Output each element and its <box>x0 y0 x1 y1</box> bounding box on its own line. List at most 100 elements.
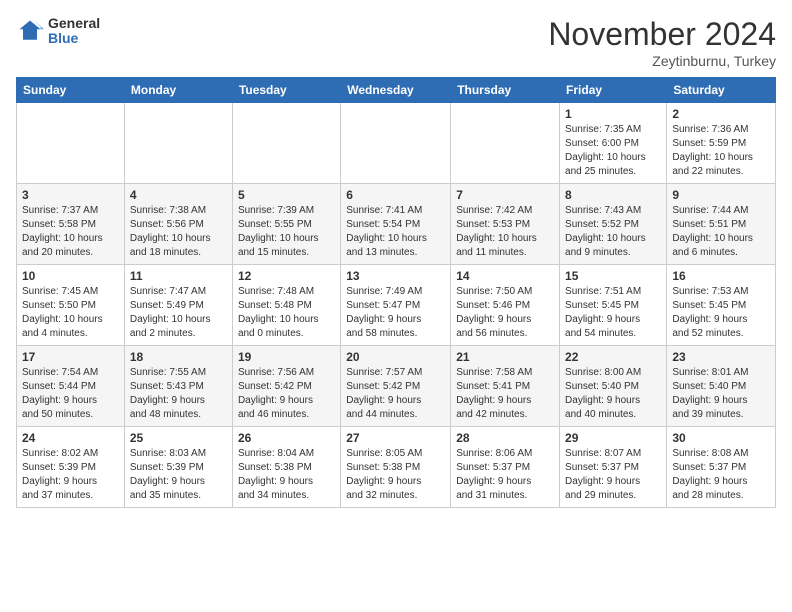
weekday-header-thursday: Thursday <box>451 78 560 103</box>
day-info: Sunrise: 8:05 AM Sunset: 5:38 PM Dayligh… <box>346 447 445 503</box>
day-number: 8 <box>565 188 661 202</box>
day-number: 14 <box>456 269 554 283</box>
calendar-cell <box>17 103 125 184</box>
day-number: 18 <box>130 350 227 364</box>
calendar-cell: 28 Sunrise: 8:06 AM Sunset: 5:37 PM Dayli… <box>451 427 560 508</box>
day-number: 23 <box>672 350 770 364</box>
day-number: 24 <box>22 431 119 445</box>
day-info: Sunrise: 7:54 AM Sunset: 5:44 PM Dayligh… <box>22 366 119 422</box>
calendar-cell: 23 Sunrise: 8:01 AM Sunset: 5:40 PM Dayli… <box>667 346 776 427</box>
day-info: Sunrise: 8:03 AM Sunset: 5:39 PM Dayligh… <box>130 447 227 503</box>
day-number: 17 <box>22 350 119 364</box>
weekday-header-row: SundayMondayTuesdayWednesdayThursdayFrid… <box>17 78 776 103</box>
weekday-header-saturday: Saturday <box>667 78 776 103</box>
day-number: 20 <box>346 350 445 364</box>
month-title: November 2024 <box>548 16 776 53</box>
calendar-cell: 20 Sunrise: 7:57 AM Sunset: 5:42 PM Dayli… <box>341 346 451 427</box>
logo-general-text: General <box>48 16 100 31</box>
logo-blue-text: Blue <box>48 31 100 46</box>
week-row-2: 3 Sunrise: 7:37 AM Sunset: 5:58 PM Daylig… <box>17 184 776 265</box>
day-info: Sunrise: 7:47 AM Sunset: 5:49 PM Dayligh… <box>130 285 227 341</box>
calendar-cell <box>341 103 451 184</box>
day-info: Sunrise: 7:41 AM Sunset: 5:54 PM Dayligh… <box>346 204 445 260</box>
day-info: Sunrise: 8:07 AM Sunset: 5:37 PM Dayligh… <box>565 447 661 503</box>
day-number: 21 <box>456 350 554 364</box>
title-block: November 2024 Zeytinburnu, Turkey <box>548 16 776 69</box>
day-info: Sunrise: 8:06 AM Sunset: 5:37 PM Dayligh… <box>456 447 554 503</box>
day-number: 9 <box>672 188 770 202</box>
week-row-3: 10Sunrise: 7:45 AM Sunset: 5:50 PM Dayli… <box>17 265 776 346</box>
calendar-cell: 25 Sunrise: 8:03 AM Sunset: 5:39 PM Dayli… <box>124 427 232 508</box>
day-number: 26 <box>238 431 335 445</box>
calendar-cell <box>451 103 560 184</box>
day-number: 2 <box>672 107 770 121</box>
calendar-cell: 22 Sunrise: 8:00 AM Sunset: 5:40 PM Dayli… <box>560 346 667 427</box>
day-info: Sunrise: 7:37 AM Sunset: 5:58 PM Dayligh… <box>22 204 119 260</box>
calendar-cell <box>232 103 340 184</box>
day-info: Sunrise: 7:51 AM Sunset: 5:45 PM Dayligh… <box>565 285 661 341</box>
location-text: Zeytinburnu, Turkey <box>548 53 776 69</box>
day-info: Sunrise: 7:55 AM Sunset: 5:43 PM Dayligh… <box>130 366 227 422</box>
calendar-cell: 6 Sunrise: 7:41 AM Sunset: 5:54 PM Daylig… <box>341 184 451 265</box>
day-number: 19 <box>238 350 335 364</box>
day-number: 6 <box>346 188 445 202</box>
day-number: 16 <box>672 269 770 283</box>
day-info: Sunrise: 7:50 AM Sunset: 5:46 PM Dayligh… <box>456 285 554 341</box>
calendar-cell: 18 Sunrise: 7:55 AM Sunset: 5:43 PM Dayli… <box>124 346 232 427</box>
day-info: Sunrise: 8:02 AM Sunset: 5:39 PM Dayligh… <box>22 447 119 503</box>
day-info: Sunrise: 7:53 AM Sunset: 5:45 PM Dayligh… <box>672 285 770 341</box>
day-number: 22 <box>565 350 661 364</box>
calendar-cell: 16 Sunrise: 7:53 AM Sunset: 5:45 PM Dayli… <box>667 265 776 346</box>
logo-icon <box>16 17 44 45</box>
calendar-cell: 15 Sunrise: 7:51 AM Sunset: 5:45 PM Dayli… <box>560 265 667 346</box>
logo: General Blue <box>16 16 100 47</box>
day-info: Sunrise: 7:35 AM Sunset: 6:00 PM Dayligh… <box>565 123 661 179</box>
calendar-cell: 13 Sunrise: 7:49 AM Sunset: 5:47 PM Dayli… <box>341 265 451 346</box>
calendar-cell: 1 Sunrise: 7:35 AM Sunset: 6:00 PM Daylig… <box>560 103 667 184</box>
day-number: 1 <box>565 107 661 121</box>
day-info: Sunrise: 7:38 AM Sunset: 5:56 PM Dayligh… <box>130 204 227 260</box>
day-info: Sunrise: 8:08 AM Sunset: 5:37 PM Dayligh… <box>672 447 770 503</box>
day-info: Sunrise: 7:57 AM Sunset: 5:42 PM Dayligh… <box>346 366 445 422</box>
day-number: 30 <box>672 431 770 445</box>
calendar-cell: 11Sunrise: 7:47 AM Sunset: 5:49 PM Dayli… <box>124 265 232 346</box>
calendar-cell: 2 Sunrise: 7:36 AM Sunset: 5:59 PM Daylig… <box>667 103 776 184</box>
day-number: 12 <box>238 269 335 283</box>
weekday-header-friday: Friday <box>560 78 667 103</box>
calendar-cell: 17 Sunrise: 7:54 AM Sunset: 5:44 PM Dayli… <box>17 346 125 427</box>
calendar-cell: 3 Sunrise: 7:37 AM Sunset: 5:58 PM Daylig… <box>17 184 125 265</box>
day-number: 4 <box>130 188 227 202</box>
calendar-cell: 5 Sunrise: 7:39 AM Sunset: 5:55 PM Daylig… <box>232 184 340 265</box>
day-info: Sunrise: 7:49 AM Sunset: 5:47 PM Dayligh… <box>346 285 445 341</box>
day-number: 15 <box>565 269 661 283</box>
day-info: Sunrise: 8:04 AM Sunset: 5:38 PM Dayligh… <box>238 447 335 503</box>
day-info: Sunrise: 7:48 AM Sunset: 5:48 PM Dayligh… <box>238 285 335 341</box>
calendar-cell <box>124 103 232 184</box>
day-number: 25 <box>130 431 227 445</box>
day-info: Sunrise: 7:58 AM Sunset: 5:41 PM Dayligh… <box>456 366 554 422</box>
day-number: 3 <box>22 188 119 202</box>
day-info: Sunrise: 8:01 AM Sunset: 5:40 PM Dayligh… <box>672 366 770 422</box>
calendar-cell: 8Sunrise: 7:43 AM Sunset: 5:52 PM Daylig… <box>560 184 667 265</box>
day-info: Sunrise: 7:39 AM Sunset: 5:55 PM Dayligh… <box>238 204 335 260</box>
calendar-cell: 19 Sunrise: 7:56 AM Sunset: 5:42 PM Dayli… <box>232 346 340 427</box>
day-number: 28 <box>456 431 554 445</box>
calendar-cell: 12 Sunrise: 7:48 AM Sunset: 5:48 PM Dayli… <box>232 265 340 346</box>
day-number: 5 <box>238 188 335 202</box>
calendar-cell: 4 Sunrise: 7:38 AM Sunset: 5:56 PM Daylig… <box>124 184 232 265</box>
calendar-cell: 29Sunrise: 8:07 AM Sunset: 5:37 PM Dayli… <box>560 427 667 508</box>
day-info: Sunrise: 7:36 AM Sunset: 5:59 PM Dayligh… <box>672 123 770 179</box>
calendar-cell: 24 Sunrise: 8:02 AM Sunset: 5:39 PM Dayli… <box>17 427 125 508</box>
week-row-4: 17 Sunrise: 7:54 AM Sunset: 5:44 PM Dayli… <box>17 346 776 427</box>
calendar-cell: 7Sunrise: 7:42 AM Sunset: 5:53 PM Daylig… <box>451 184 560 265</box>
calendar-cell: 26 Sunrise: 8:04 AM Sunset: 5:38 PM Dayli… <box>232 427 340 508</box>
day-number: 27 <box>346 431 445 445</box>
calendar-cell: 27 Sunrise: 8:05 AM Sunset: 5:38 PM Dayli… <box>341 427 451 508</box>
day-number: 13 <box>346 269 445 283</box>
week-row-1: 1 Sunrise: 7:35 AM Sunset: 6:00 PM Daylig… <box>17 103 776 184</box>
calendar-cell: 21 Sunrise: 7:58 AM Sunset: 5:41 PM Dayli… <box>451 346 560 427</box>
day-info: Sunrise: 8:00 AM Sunset: 5:40 PM Dayligh… <box>565 366 661 422</box>
day-info: Sunrise: 7:56 AM Sunset: 5:42 PM Dayligh… <box>238 366 335 422</box>
calendar-cell: 14 Sunrise: 7:50 AM Sunset: 5:46 PM Dayli… <box>451 265 560 346</box>
weekday-header-tuesday: Tuesday <box>232 78 340 103</box>
